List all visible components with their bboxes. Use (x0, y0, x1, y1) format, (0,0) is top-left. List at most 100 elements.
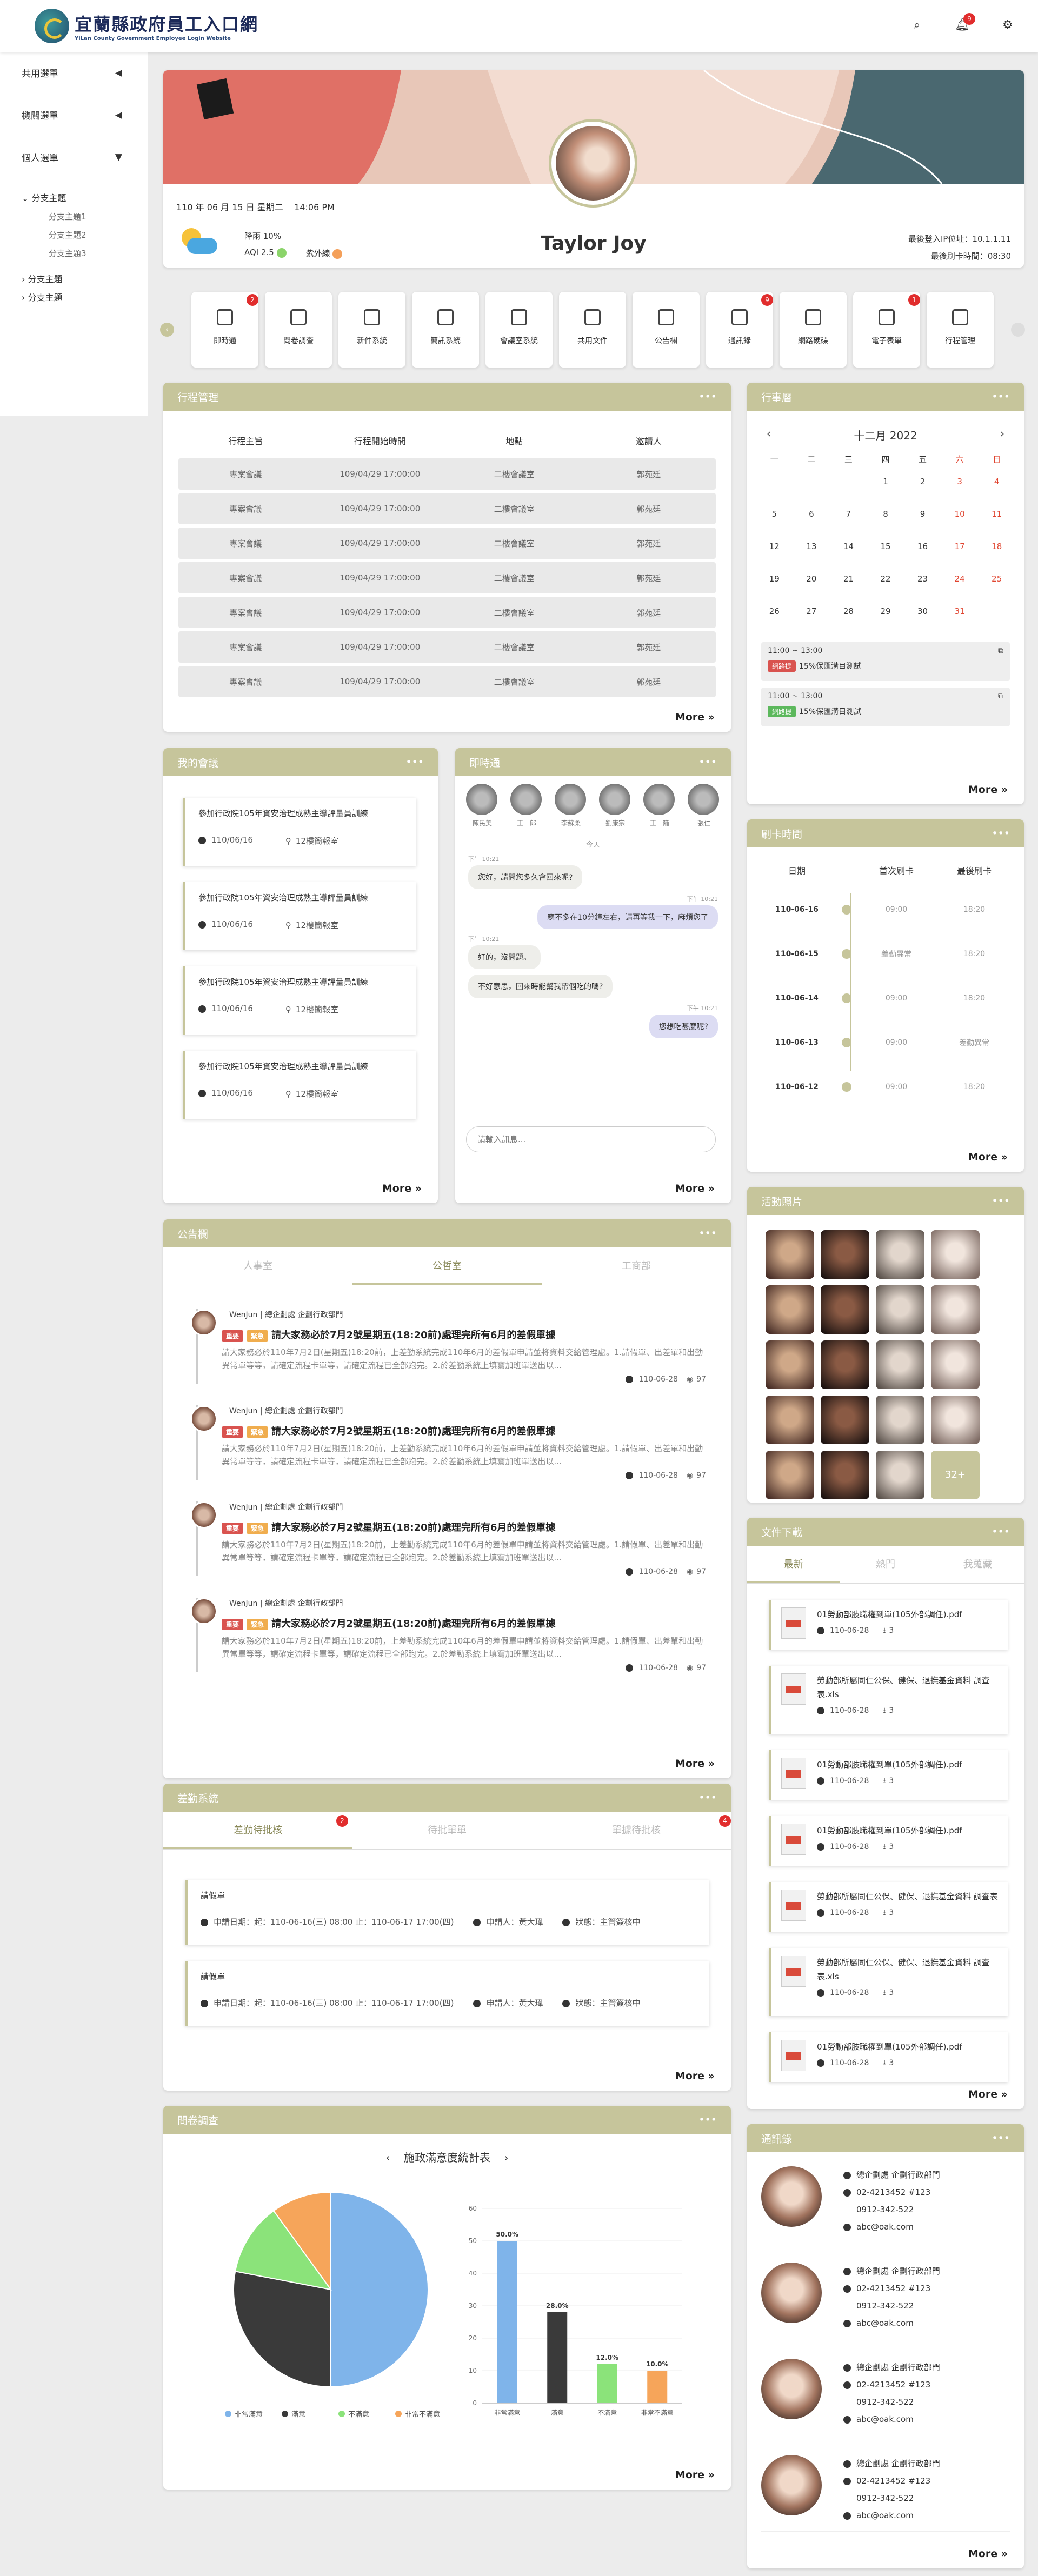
quick-link-list[interactable]: 電子表單 1 (853, 292, 920, 368)
calendar-day[interactable]: 25 (978, 574, 1015, 606)
meeting-item[interactable]: 參加行政院105年資安治理成熟主導評量員訓練 110/06/16 ⚲ 12樓簡報室 (183, 798, 416, 866)
more-link[interactable]: More » (968, 1151, 1008, 1163)
calendar-day[interactable]: 31 (941, 606, 979, 639)
activity-photo[interactable] (931, 1340, 980, 1389)
activity-photo[interactable]: 32+ (931, 1451, 980, 1499)
sidebar-item-personal[interactable]: 個人選單 ▼ (0, 136, 148, 178)
calendar-day[interactable]: 18 (978, 542, 1015, 574)
search-icon[interactable]: ⌕ (908, 16, 926, 34)
table-row[interactable]: 專案會議 109/04/29 17:00:00 二樓會議室 郭苑廷 (178, 562, 716, 593)
quick-link-chart[interactable]: 問卷調查 (265, 292, 332, 368)
calendar-day[interactable]: 14 (830, 542, 867, 574)
tab-favorites[interactable]: 我蒐藏 (931, 1546, 1024, 1583)
gear-icon[interactable]: ⚙ (999, 16, 1016, 34)
calendar-day[interactable]: 4 (978, 477, 1015, 509)
more-dots-icon[interactable]: ••• (698, 756, 717, 768)
more-link[interactable]: More » (675, 1183, 715, 1194)
sidebar-item-shared[interactable]: 共用選單 ◀ (0, 52, 148, 94)
pie-slice[interactable] (233, 2271, 331, 2388)
chevron-left-icon[interactable]: ‹ (386, 2151, 390, 2164)
table-row[interactable]: 專案會議 109/04/29 17:00:00 二樓會議室 郭苑廷 (178, 631, 716, 663)
download-item[interactable]: 01勞動部肢職權到單(105外部調任).pdf 110-06-28 ⭳ 3 (769, 2032, 1008, 2082)
activity-photo[interactable] (876, 1451, 924, 1499)
bar[interactable] (497, 2241, 517, 2403)
tree-root[interactable]: ⌄ 分支主題 (22, 189, 148, 208)
chat-user[interactable]: 劉康宗 (599, 784, 631, 827)
chat-user[interactable]: 李蘇柔 (555, 784, 587, 827)
more-link[interactable]: More » (968, 2548, 1008, 2560)
tab-pending-forms[interactable]: 待批單單 (352, 1812, 542, 1849)
calendar-day[interactable]: 22 (867, 574, 904, 606)
calendar-day[interactable]: 24 (941, 574, 979, 606)
calendar-day[interactable]: 30 (904, 606, 941, 639)
calendar-day[interactable]: 20 (793, 574, 830, 606)
calendar-day[interactable]: 3 (941, 477, 979, 509)
download-item[interactable]: 勞動部所屬同仁公保、健保、退撫基金資料 調查表.xls 110-06-28 ⭳ 3 (769, 1666, 1008, 1734)
bar[interactable] (547, 2312, 568, 2403)
meeting-item[interactable]: 參加行政院105年資安治理成熟主導評量員訓練 110/06/16 ⚲ 12樓簡報室 (183, 1051, 416, 1119)
sidebar-item-agency[interactable]: 機關選單 ◀ (0, 94, 148, 136)
download-item[interactable]: 01勞動部肢職權到單(105外部調任).pdf 110-06-28 ⭳ 3 (769, 1600, 1008, 1650)
download-item[interactable]: 勞動部所屬同仁公保、健保、退撫基金資料 調查表.xls 110-06-28 ⭳ 3 (769, 1948, 1008, 2016)
calendar-day[interactable]: 12 (756, 542, 793, 574)
calendar-day[interactable]: 5 (756, 509, 793, 542)
activity-photo[interactable] (876, 1396, 924, 1444)
chat-user[interactable]: 王一籬 (643, 784, 676, 827)
tree-sub-item[interactable]: 分支主題3 (22, 244, 148, 263)
calendar-day[interactable]: 7 (830, 509, 867, 542)
contact-item[interactable]: 總企劃處 企劃行政部門 02-4213452 #123 0912-342-522 ab… (761, 2263, 1010, 2339)
leave-form-item[interactable]: 請假單 申請日期：起：110-06-16(三) 08:00 止：110-06-17… (185, 1880, 709, 1945)
calendar-day[interactable]: 11 (978, 509, 1015, 542)
quick-link-mail[interactable]: 新件系統 (338, 292, 405, 368)
meeting-item[interactable]: 參加行政院105年資安治理成熟主導評量員訓練 110/06/16 ⚲ 12樓簡報室 (183, 966, 416, 1035)
tree-item[interactable]: › 分支主題 (22, 270, 148, 289)
tab-personnel[interactable]: 人事室 (163, 1247, 352, 1285)
quick-link-drive[interactable]: 網路硬碟 (780, 292, 847, 368)
calendar-day[interactable]: 2 (904, 477, 941, 509)
meeting-item[interactable]: 參加行政院105年資安治理成熟主導評量員訓練 110/06/16 ⚲ 12樓簡報室 (183, 882, 416, 950)
tree-item[interactable]: › 分支主題 (22, 289, 148, 307)
more-dots-icon[interactable]: ••• (992, 1195, 1010, 1207)
download-item[interactable]: 勞動部所屬同仁公保、健保、退撫基金資料 調查表 110-06-28 ⭳ 3 (769, 1882, 1008, 1932)
contact-item[interactable]: 總企劃處 企劃行政部門 02-4213452 #123 0912-342-522 ab… (761, 2359, 1010, 2435)
activity-photo[interactable] (876, 1340, 924, 1389)
contact-item[interactable]: 總企劃處 企劃行政部門 02-4213452 #123 0912-342-522 ab… (761, 2455, 1010, 2532)
external-link-icon[interactable]: ⧉ (998, 646, 1003, 655)
external-link-icon[interactable]: ⧉ (998, 692, 1003, 700)
more-dots-icon[interactable]: ••• (992, 2132, 1010, 2144)
tree-sub-item[interactable]: 分支主題1 (22, 208, 148, 226)
contact-email[interactable]: abc@oak.com (843, 2507, 940, 2524)
quick-link-chat[interactable]: 即時通 2 (191, 292, 258, 368)
bar[interactable] (647, 2371, 668, 2403)
table-row[interactable]: 專案會議 109/04/29 17:00:00 二樓會議室 郭苑廷 (178, 597, 716, 628)
more-dots-icon[interactable]: ••• (698, 1792, 717, 1804)
announcement-item[interactable]: WenJun | 總企劃處 企劃行政部門 重要 緊急 請大家務必於7月2號星期五(18… (190, 1598, 706, 1672)
quick-link-contact[interactable]: 通訊錄 9 (706, 292, 773, 368)
activity-photo[interactable] (766, 1340, 814, 1389)
more-link[interactable]: More » (968, 784, 1008, 796)
calendar-day[interactable]: 28 (830, 606, 867, 639)
activity-photo[interactable] (766, 1396, 814, 1444)
more-link[interactable]: More » (675, 711, 715, 723)
calendar-day[interactable]: 15 (867, 542, 904, 574)
more-link[interactable]: More » (675, 2469, 715, 2481)
chevron-left-icon[interactable]: ‹ (767, 427, 771, 443)
calendar-day[interactable]: 21 (830, 574, 867, 606)
calendar-day[interactable]: 9 (904, 509, 941, 542)
more-dots-icon[interactable]: ••• (698, 1227, 717, 1239)
chevron-right-icon[interactable]: › (504, 2151, 508, 2164)
tab-pending-approval[interactable]: 差勤待批核 2 (163, 1812, 352, 1849)
contact-email[interactable]: abc@oak.com (843, 2314, 940, 2332)
calendar-day[interactable]: 17 (941, 542, 979, 574)
more-dots-icon[interactable]: ••• (405, 756, 424, 768)
activity-photo[interactable] (876, 1285, 924, 1334)
more-link[interactable]: More » (675, 2070, 715, 2082)
calendar-day[interactable]: 13 (793, 542, 830, 574)
quick-link-calendar[interactable]: 行程管理 (927, 292, 994, 368)
chevron-right-icon[interactable]: › (1000, 427, 1004, 443)
contact-email[interactable]: abc@oak.com (843, 2218, 940, 2235)
more-dots-icon[interactable]: ••• (992, 391, 1010, 403)
activity-photo[interactable] (931, 1396, 980, 1444)
site-logo[interactable]: 宜蘭縣政府員工入口網 YiLan County Government Emplo… (35, 9, 258, 43)
contact-item[interactable]: 總企劃處 企劃行政部門 02-4213452 #123 0912-342-522 ab… (761, 2166, 1010, 2243)
